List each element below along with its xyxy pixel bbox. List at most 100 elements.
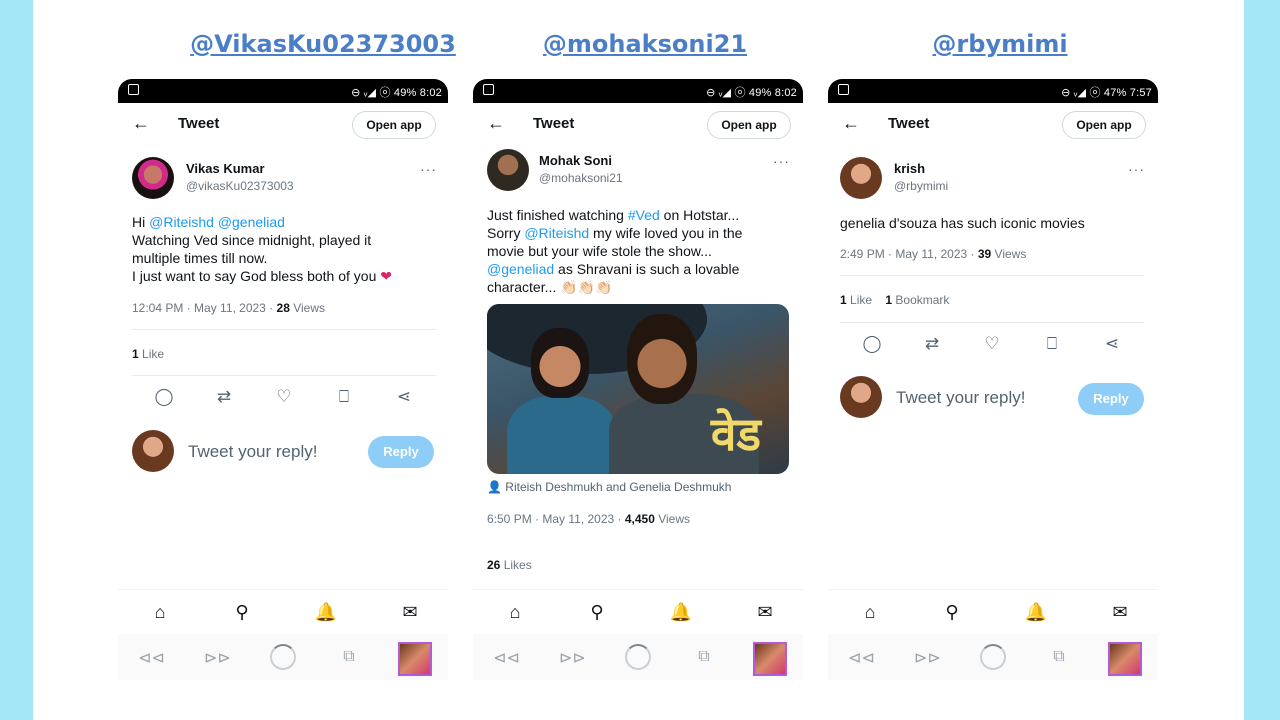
user-name[interactable]: Mohak Soni	[539, 153, 612, 168]
more-options-icon[interactable]: ···	[773, 153, 790, 169]
status-bar: ⊖ ᵥ◢ ⓞ 49% 8:02	[473, 79, 803, 103]
bookmark-icon[interactable]: ⎕	[1040, 334, 1064, 354]
tweet-line-2: Sorry @Riteishd my wife loved you in the	[487, 225, 743, 241]
reply-button[interactable]: Reply	[1078, 383, 1144, 415]
back-arrow-icon[interactable]: ←	[487, 113, 505, 134]
reply-input[interactable]: Tweet your reply!	[896, 388, 1025, 408]
browser-back-icon[interactable]: ⊲⊲	[848, 648, 875, 668]
search-icon[interactable]: ⚲	[585, 602, 609, 623]
bookmark-icon[interactable]: ⎕	[332, 387, 356, 407]
tweet-text: Hi @Riteishd @geneliad Watching Ved sinc…	[132, 213, 436, 285]
tweet-line-3: multiple times till now.	[132, 250, 268, 266]
likes-count[interactable]: 1 Like	[840, 293, 872, 307]
tabs-icon[interactable]: ⧉	[691, 648, 717, 666]
user-name[interactable]: Vikas Kumar	[186, 161, 265, 176]
tweet-timestamp: 6:50 PM · May 11, 2023 · 4,450 Views	[487, 512, 691, 526]
tweet-line-4: @geneliad as Shravani is such a lovable	[487, 261, 740, 277]
browser-forward-icon[interactable]: ⊳⊳	[559, 648, 586, 668]
profile-thumbnail[interactable]	[753, 642, 787, 676]
mention-link[interactable]: @geneliad	[218, 214, 285, 230]
user-handle[interactable]: @mohaksoni21	[539, 171, 623, 185]
bottom-navigation: ⌂ ⚲ 🔔 ✉ ⊲⊲ ⊳⊳ ⧉	[118, 589, 448, 680]
heart-emoji-icon: ❤	[380, 268, 392, 284]
avatar[interactable]	[840, 157, 882, 199]
profile-thumbnail[interactable]	[398, 642, 432, 676]
reply-icon[interactable]: ◯	[152, 387, 176, 407]
reply-icon[interactable]: ◯	[860, 334, 884, 354]
divider	[840, 322, 1144, 323]
avatar[interactable]	[132, 157, 174, 199]
mention-link[interactable]: @Riteishd	[524, 225, 589, 241]
divider	[840, 275, 1144, 276]
reply-avatar	[840, 376, 882, 418]
retweet-icon[interactable]: ⇄	[212, 387, 236, 407]
search-icon[interactable]: ⚲	[940, 602, 964, 623]
page-title: Tweet	[888, 115, 930, 132]
phone-screenshot-1: ⊖ ᵥ◢ ⓞ 49% 8:02 ← Tweet Open app Vikas K…	[118, 79, 448, 681]
tweet-timestamp: 12:04 PM · May 11, 2023 · 28 Views	[132, 301, 326, 315]
phone-screenshot-2: ⊖ ᵥ◢ ⓞ 49% 8:02 ← Tweet Open app Mohak S…	[473, 79, 803, 681]
likes-count[interactable]: 26 Likes	[487, 558, 532, 572]
tweet-timestamp: 2:49 PM · May 11, 2023 · 39 Views	[840, 247, 1027, 261]
messages-icon[interactable]: ✉	[398, 602, 422, 623]
tweet-image[interactable]: वेड	[487, 304, 789, 474]
loading-icon	[270, 644, 296, 670]
home-icon[interactable]: ⌂	[858, 602, 882, 623]
column-title-1[interactable]: @VikasKu02373003	[158, 30, 488, 58]
open-app-button[interactable]: Open app	[707, 111, 791, 139]
home-icon[interactable]: ⌂	[503, 602, 527, 623]
likes-count[interactable]: 1 Like	[132, 347, 164, 361]
share-icon[interactable]: ⋖	[392, 387, 416, 407]
browser-back-icon[interactable]: ⊲⊲	[493, 648, 520, 668]
tabs-icon[interactable]: ⧉	[1046, 648, 1072, 666]
browser-forward-icon[interactable]: ⊳⊳	[204, 648, 231, 668]
bottom-navigation: ⌂ ⚲ 🔔 ✉ ⊲⊲ ⊳⊳ ⧉	[828, 589, 1158, 680]
tweet-line-1: genelia d'souza has such iconic movies	[840, 215, 1085, 231]
person-icon: 👤	[487, 480, 502, 494]
profile-thumbnail[interactable]	[1108, 642, 1142, 676]
tweet-actions: ◯ ⇄ ♡ ⎕ ⋖	[840, 334, 1144, 358]
column-title-2[interactable]: @mohaksoni21	[480, 30, 810, 58]
hashtag-link[interactable]: #Ved	[628, 207, 660, 223]
bookmarks-count[interactable]: 1 Bookmark	[885, 293, 949, 307]
back-arrow-icon[interactable]: ←	[132, 113, 150, 134]
reply-button[interactable]: Reply	[368, 436, 434, 468]
home-icon[interactable]: ⌂	[148, 602, 172, 623]
page-title: Tweet	[533, 115, 575, 132]
messages-icon[interactable]: ✉	[1108, 602, 1132, 623]
retweet-icon[interactable]: ⇄	[920, 334, 944, 354]
user-handle[interactable]: @vikasKu02373003	[186, 179, 294, 193]
search-icon[interactable]: ⚲	[230, 602, 254, 623]
user-handle[interactable]: @rbymimi	[894, 179, 948, 193]
page-title: Tweet	[178, 115, 220, 132]
notifications-icon[interactable]: 🔔	[669, 602, 693, 623]
open-app-button[interactable]: Open app	[1062, 111, 1146, 139]
tweet-actions: ◯ ⇄ ♡ ⎕ ⋖	[132, 387, 436, 411]
tweet-text: genelia d'souza has such iconic movies	[840, 214, 1144, 232]
share-icon[interactable]: ⋖	[1100, 334, 1124, 354]
browser-back-icon[interactable]: ⊲⊲	[138, 648, 165, 668]
mention-link[interactable]: @Riteishd	[149, 214, 214, 230]
notifications-icon[interactable]: 🔔	[1024, 602, 1048, 623]
like-icon[interactable]: ♡	[272, 387, 296, 407]
reply-input[interactable]: Tweet your reply!	[188, 442, 317, 462]
more-options-icon[interactable]: ···	[1128, 161, 1145, 177]
more-options-icon[interactable]: ···	[420, 161, 437, 177]
tabs-icon[interactable]: ⧉	[336, 648, 362, 666]
back-arrow-icon[interactable]: ←	[842, 113, 860, 134]
tweet-line-5: character... 👏🏻👏🏻👏🏻	[487, 279, 613, 295]
notifications-icon[interactable]: 🔔	[314, 602, 338, 623]
like-icon[interactable]: ♡	[980, 334, 1004, 354]
messages-icon[interactable]: ✉	[753, 602, 777, 623]
tweet-line-1: Just finished watching #Ved on Hotstar..…	[487, 207, 740, 223]
column-title-3[interactable]: @rbymimi	[835, 30, 1165, 58]
mention-link[interactable]: @geneliad	[487, 261, 554, 277]
movie-logo: वेड	[710, 407, 761, 461]
browser-forward-icon[interactable]: ⊳⊳	[914, 648, 941, 668]
open-app-button[interactable]: Open app	[352, 111, 436, 139]
tweet-topbar: ← Tweet Open app	[473, 109, 803, 141]
tweet-text: Just finished watching #Ved on Hotstar..…	[487, 206, 791, 296]
user-name[interactable]: krish	[894, 161, 925, 176]
loading-icon	[625, 644, 651, 670]
avatar[interactable]	[487, 149, 529, 191]
